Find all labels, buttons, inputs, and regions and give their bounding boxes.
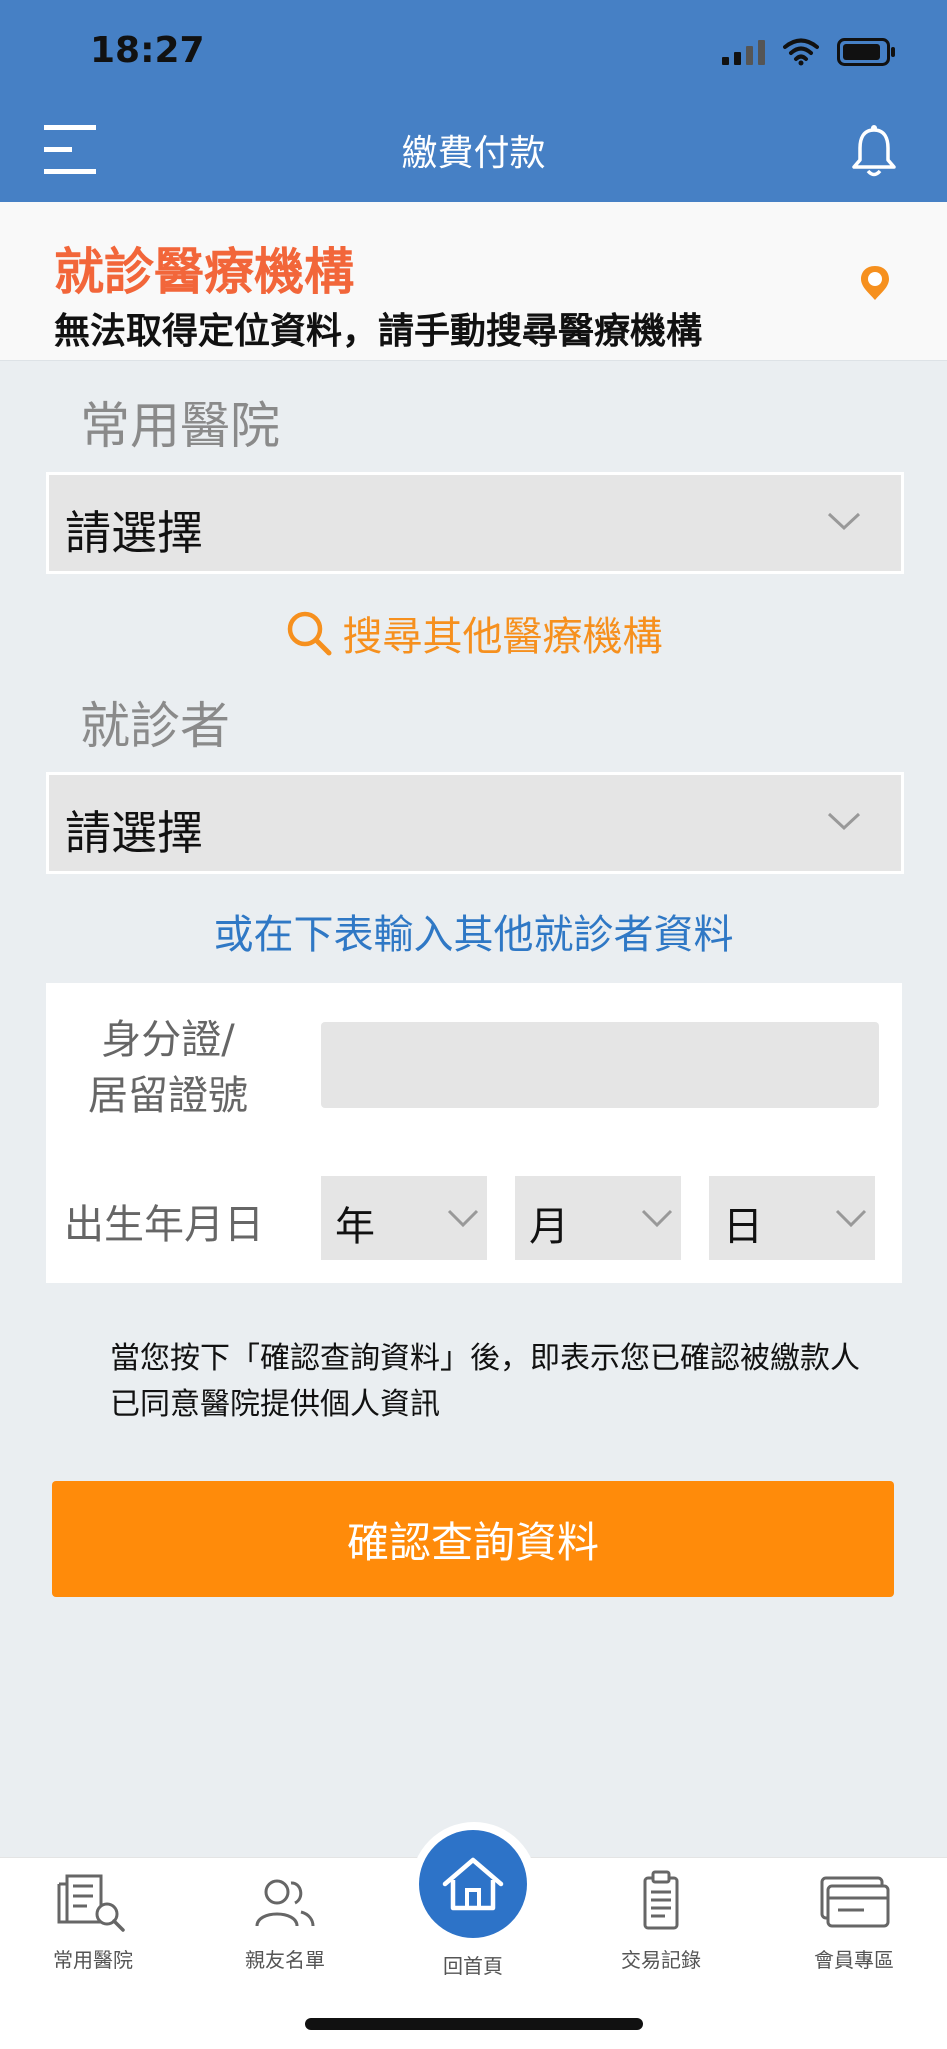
hospital-list-icon xyxy=(57,1874,125,1932)
id-label-line2: 居留證號 xyxy=(88,1073,248,1119)
id-number-input[interactable] xyxy=(321,1022,879,1108)
tab-friends[interactable]: 親友名單 xyxy=(210,1870,360,1973)
patient-label: 就診者 xyxy=(80,697,230,755)
confirm-query-button[interactable]: 確認查詢資料 xyxy=(52,1481,894,1597)
tab-label: 親友名單 xyxy=(245,1948,325,1972)
search-link-text: 搜尋其他醫療機構 xyxy=(342,614,663,660)
home-icon xyxy=(442,1857,504,1911)
tab-transactions[interactable]: 交易記錄 xyxy=(586,1870,736,1973)
bell-icon[interactable] xyxy=(851,124,897,178)
birthdate-label: 出生年月日 xyxy=(64,1202,264,1248)
tab-label: 會員專區 xyxy=(814,1948,894,1972)
tab-member[interactable]: 會員專區 xyxy=(779,1870,929,1973)
hospital-label: 常用醫院 xyxy=(80,397,280,455)
birth-year-value: 年 xyxy=(335,1204,375,1250)
hospital-select-value: 請選擇 xyxy=(65,506,203,560)
birth-year-select[interactable]: 年 xyxy=(321,1176,487,1260)
friends-icon xyxy=(255,1879,315,1927)
chevron-down-icon xyxy=(835,1209,867,1228)
chevron-down-icon xyxy=(641,1209,673,1228)
other-patient-link[interactable]: 或在下表輸入其他就診者資料 xyxy=(0,902,947,960)
birth-month-select[interactable]: 月 xyxy=(515,1176,681,1260)
id-number-label: 身分證/ 居留證號 xyxy=(40,1012,296,1124)
cellular-signal-icon xyxy=(722,39,765,65)
chevron-down-icon xyxy=(827,512,861,531)
id-label-line1: 身分證/ xyxy=(101,1017,235,1063)
home-indicator xyxy=(305,2018,643,2030)
birth-month-value: 月 xyxy=(529,1204,569,1250)
wifi-icon xyxy=(783,38,819,66)
birth-day-select[interactable]: 日 xyxy=(709,1176,875,1260)
search-icon xyxy=(287,611,331,656)
chevron-down-icon xyxy=(827,812,861,831)
receipt-icon xyxy=(643,1870,679,1930)
tab-label: 交易記錄 xyxy=(621,1948,701,1972)
tab-home[interactable] xyxy=(419,1830,527,1938)
location-title: 就診醫療機構 xyxy=(54,243,354,301)
home-tab-label: 回首頁 xyxy=(443,1954,503,1978)
location-message: 無法取得定位資料，請手動搜尋醫療機構 xyxy=(54,311,703,352)
consent-notice: 當您按下「確認查詢資料」後，即表示您已確認被繳款人已同意醫院提供個人資訊 xyxy=(110,1341,860,1422)
patient-select[interactable]: 請選擇 xyxy=(46,772,904,874)
page-title: 繳費付款 xyxy=(401,133,546,174)
hospital-select[interactable]: 請選擇 xyxy=(46,472,904,574)
status-icons xyxy=(722,38,897,66)
status-time: 18:27 xyxy=(90,30,205,71)
location-pin-icon[interactable] xyxy=(858,264,892,304)
patient-select-value: 請選擇 xyxy=(65,806,203,860)
tab-common-hospital[interactable]: 常用醫院 xyxy=(18,1870,168,1973)
tab-label: 常用醫院 xyxy=(53,1948,133,1972)
member-card-icon xyxy=(820,1876,890,1928)
chevron-down-icon xyxy=(447,1209,479,1228)
search-other-hospital-link[interactable]: 搜尋其他醫療機構 xyxy=(0,604,947,667)
birth-day-value: 日 xyxy=(723,1204,763,1250)
battery-icon xyxy=(837,38,895,66)
